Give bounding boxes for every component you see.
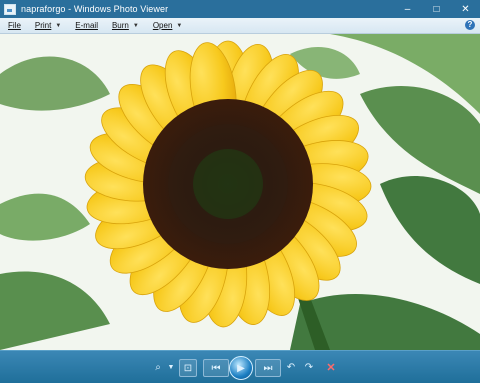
menu-file-label: File bbox=[8, 21, 21, 30]
window-controls: – □ ✕ bbox=[393, 0, 480, 18]
menu-burn[interactable]: Burn ▼ bbox=[112, 21, 139, 30]
close-button[interactable]: ✕ bbox=[451, 0, 480, 18]
chevron-down-icon: ▼ bbox=[132, 22, 139, 29]
minimize-button[interactable]: – bbox=[393, 0, 422, 18]
zoom-icon[interactable]: ⌕ bbox=[150, 359, 166, 375]
command-bar: File Print ▼ E-mail Burn ▼ Open ▼ ? bbox=[0, 18, 480, 34]
rotate-left-icon[interactable]: ↶ bbox=[283, 359, 299, 375]
menu-burn-label: Burn bbox=[111, 21, 129, 30]
slideshow-icon[interactable]: ▶ bbox=[229, 356, 253, 380]
actual-size-icon[interactable]: ⊡ bbox=[179, 359, 197, 377]
chevron-down-icon: ▼ bbox=[176, 22, 183, 29]
window-title: napraforgo - Windows Photo Viewer bbox=[21, 4, 169, 14]
bottom-toolbar: ⌕ ▼ ⊡ ⏮ ▶ ⏭ ↶ ↷ ✕ bbox=[0, 350, 480, 383]
menu-open-label: Open bbox=[152, 21, 173, 30]
delete-icon[interactable]: ✕ bbox=[323, 359, 339, 375]
x-icon: ✕ bbox=[326, 361, 336, 374]
next-icon[interactable]: ⏭ bbox=[255, 359, 281, 377]
photo-viewer-window: napraforgo - Windows Photo Viewer – □ ✕ … bbox=[0, 0, 480, 383]
menu-file[interactable]: File bbox=[8, 21, 21, 30]
menu-open[interactable]: Open ▼ bbox=[153, 21, 183, 30]
previous-icon[interactable]: ⏮ bbox=[203, 359, 229, 377]
displayed-photo bbox=[0, 34, 480, 350]
menu-print[interactable]: Print ▼ bbox=[35, 21, 61, 30]
chevron-down-icon: ▼ bbox=[55, 22, 62, 29]
title-bar: napraforgo - Windows Photo Viewer – □ ✕ bbox=[0, 0, 480, 18]
menu-print-label: Print bbox=[34, 21, 52, 30]
chevron-down-icon[interactable]: ▼ bbox=[166, 359, 176, 375]
sunflower-image bbox=[0, 34, 480, 350]
help-icon[interactable]: ? bbox=[465, 20, 475, 30]
app-icon bbox=[4, 3, 16, 15]
menu-email-label: E-mail bbox=[75, 21, 98, 30]
menu-email[interactable]: E-mail bbox=[75, 21, 98, 30]
rotate-right-icon[interactable]: ↷ bbox=[301, 359, 317, 375]
maximize-button[interactable]: □ bbox=[422, 0, 451, 18]
